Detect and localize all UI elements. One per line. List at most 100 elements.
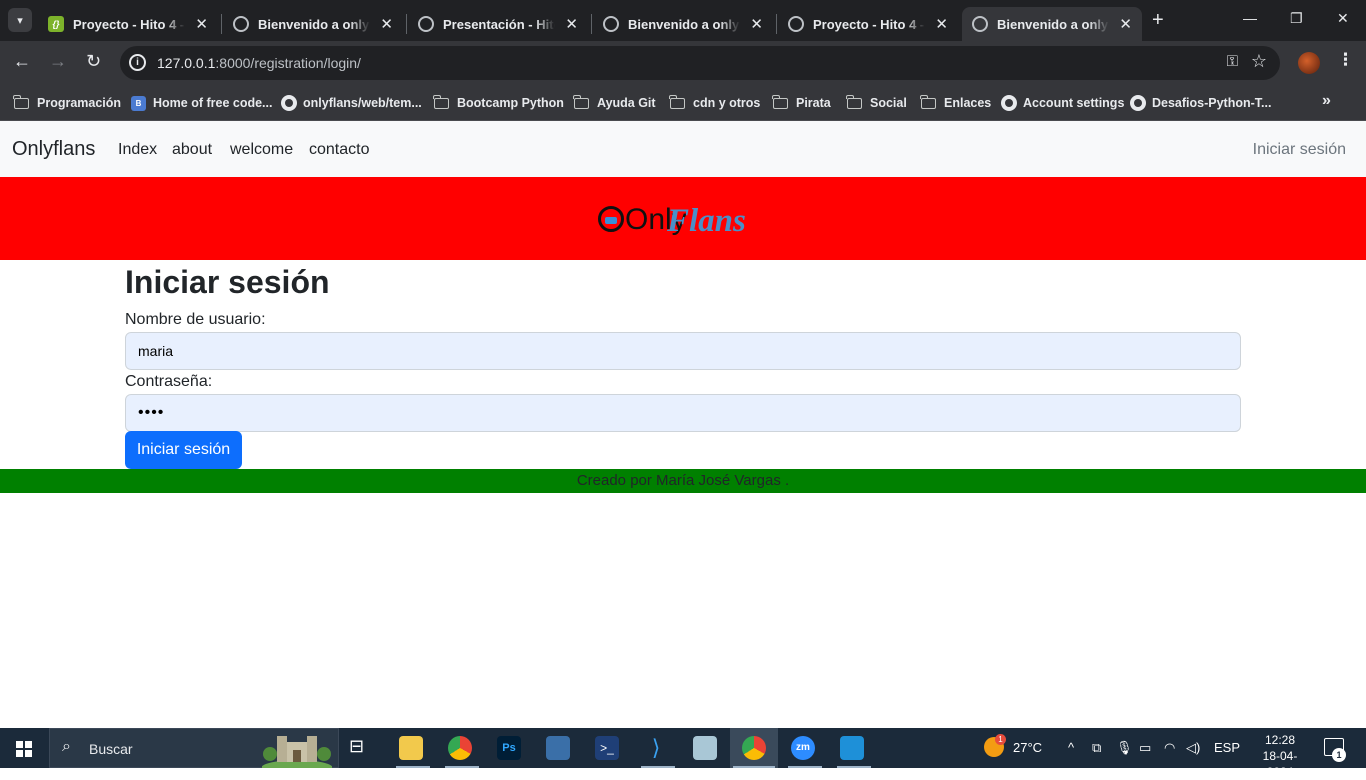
close-icon[interactable]: ✕ bbox=[565, 15, 578, 33]
chevron-up-icon[interactable]: ^ bbox=[1068, 740, 1074, 755]
address-bar[interactable]: i 127.0.0.1:8000/registration/login/ ⚿ ☆ bbox=[120, 46, 1280, 80]
github-icon bbox=[281, 95, 297, 111]
tab-title: Proyecto - Hito 4 - M bbox=[813, 16, 925, 32]
bookmark-label: Bootcamp Python bbox=[457, 96, 564, 110]
photos-app-icon[interactable] bbox=[840, 736, 864, 760]
bookmarks-overflow-icon[interactable]: » bbox=[1322, 92, 1331, 110]
window-close-icon[interactable]: ✕ bbox=[1337, 10, 1349, 27]
task-view-icon[interactable]: ⊟ bbox=[349, 736, 373, 760]
chrome-profile-icon[interactable] bbox=[742, 736, 766, 760]
folder-icon bbox=[772, 94, 788, 109]
onlyflans-logo: Only Flans bbox=[598, 203, 746, 239]
weather-temp[interactable]: 27°C bbox=[1013, 740, 1042, 755]
wifi-icon[interactable]: ◠ bbox=[1164, 740, 1175, 756]
nav-link-index[interactable]: Index bbox=[118, 141, 157, 159]
web-page: Onlyflans Index about welcome contacto I… bbox=[0, 121, 1366, 728]
close-icon[interactable]: ✕ bbox=[195, 15, 208, 33]
tab-search-chevron-icon[interactable]: ▾ bbox=[8, 8, 32, 32]
language-indicator[interactable]: ESP bbox=[1214, 740, 1240, 755]
file-explorer-icon[interactable] bbox=[399, 736, 423, 760]
nav-link-contacto[interactable]: contacto bbox=[309, 141, 369, 159]
nav-link-about[interactable]: about bbox=[172, 141, 212, 159]
password-label: Contraseña: bbox=[125, 373, 213, 390]
weather-badge: 1 bbox=[995, 734, 1006, 745]
bookmark-item[interactable]: Bootcamp Python bbox=[433, 93, 564, 113]
chrome-icon[interactable] bbox=[448, 736, 472, 760]
restore-icon[interactable]: ❐ bbox=[1290, 10, 1303, 27]
browser-tab-active[interactable]: Bienvenido a onlyflans ✕ bbox=[962, 7, 1142, 41]
bookmark-item[interactable]: Programación bbox=[13, 93, 121, 113]
bookmark-star-icon[interactable]: ☆ bbox=[1251, 51, 1267, 72]
volume-icon[interactable]: ◁) bbox=[1186, 740, 1200, 756]
taskbar-search-box[interactable]: ⌕ Buscar bbox=[49, 728, 339, 768]
close-icon[interactable]: ✕ bbox=[750, 15, 763, 33]
zoom-icon[interactable]: zm bbox=[791, 736, 815, 760]
bookmark-label: onlyflans/web/tem... bbox=[303, 96, 422, 110]
bookmark-item[interactable]: Account settings bbox=[1001, 93, 1124, 113]
bookmark-label: Desafios-Python-T... bbox=[1152, 96, 1272, 110]
password-input[interactable] bbox=[125, 394, 1241, 432]
site-info-icon[interactable]: i bbox=[129, 54, 146, 71]
profile-avatar[interactable] bbox=[1298, 52, 1320, 74]
bookmark-item[interactable]: onlyflans/web/tem... bbox=[281, 93, 422, 113]
search-placeholder: Buscar bbox=[89, 741, 133, 757]
globe-icon bbox=[418, 16, 434, 32]
folder-icon bbox=[669, 94, 685, 109]
windows-taskbar: ⌕ Buscar ⊟ Ps >_ ⟩ zm 1 27°C ^ ⧉ 🎙 ▭ ◠ ◁… bbox=[0, 728, 1366, 779]
windows-start-icon[interactable] bbox=[16, 741, 32, 757]
url-text[interactable]: 127.0.0.1:8000/registration/login/ bbox=[157, 55, 361, 71]
minimize-icon[interactable]: — bbox=[1243, 10, 1257, 26]
browser-tab[interactable]: Bienvenido a onlyflans ✕ bbox=[593, 7, 773, 41]
bookmark-item[interactable]: Enlaces bbox=[920, 93, 992, 113]
page-title: Iniciar sesión bbox=[125, 264, 330, 300]
python-icon[interactable] bbox=[546, 736, 570, 760]
close-icon[interactable]: ✕ bbox=[935, 15, 948, 33]
meet-now-icon[interactable]: ⧉ bbox=[1092, 740, 1101, 756]
browser-tab[interactable]: {} Proyecto - Hito 4 - M ✕ bbox=[38, 7, 218, 41]
hero-banner: Only Flans bbox=[0, 177, 1366, 260]
close-icon[interactable]: ✕ bbox=[380, 15, 393, 33]
notification-count-badge: 1 bbox=[1332, 748, 1346, 762]
new-tab-plus-icon[interactable]: + bbox=[1152, 9, 1164, 32]
nav-link-welcome[interactable]: welcome bbox=[230, 141, 293, 159]
browser-toolbar: ← → ↻ i 127.0.0.1:8000/registration/logi… bbox=[0, 41, 1366, 85]
folder-icon bbox=[433, 94, 449, 109]
key-icon[interactable]: ⚿ bbox=[1227, 53, 1238, 70]
username-input[interactable] bbox=[125, 332, 1241, 370]
battery-icon[interactable]: ▭ bbox=[1139, 740, 1151, 756]
login-submit-button[interactable]: Iniciar sesión bbox=[125, 431, 242, 469]
browser-tab[interactable]: Proyecto - Hito 4 - M ✕ bbox=[778, 7, 958, 41]
bookmark-item[interactable]: B Home of free code... bbox=[131, 93, 272, 113]
search-icon: ⌕ bbox=[62, 738, 71, 755]
vscode-icon[interactable]: ⟩ bbox=[644, 736, 668, 760]
reload-icon[interactable]: ↻ bbox=[86, 51, 101, 72]
folder-icon bbox=[13, 94, 29, 109]
bookmark-item[interactable]: Social bbox=[846, 93, 907, 113]
castle-illustration-icon bbox=[262, 736, 332, 768]
bookmark-label: Pirata bbox=[796, 96, 831, 110]
close-icon[interactable]: ✕ bbox=[1119, 15, 1132, 33]
system-clock[interactable]: 12:28 18-04-2024 bbox=[1250, 732, 1310, 780]
globe-icon bbox=[972, 16, 988, 32]
microphone-icon[interactable]: 🎙 bbox=[1116, 740, 1133, 756]
bookmark-item[interactable]: Ayuda Git bbox=[573, 93, 656, 113]
clock-time: 12:28 bbox=[1264, 733, 1296, 747]
bookmark-item[interactable]: cdn y otros bbox=[669, 93, 760, 113]
notes-app-icon[interactable] bbox=[693, 736, 717, 760]
forward-arrow-icon[interactable]: → bbox=[49, 51, 67, 72]
bookmark-label: Enlaces bbox=[944, 96, 992, 110]
clock-date: 18-04-2024 bbox=[1262, 749, 1298, 779]
more-menu-icon[interactable]: ⋮ bbox=[1337, 50, 1354, 70]
tab-title: Bienvenido a onlyflans bbox=[258, 16, 370, 32]
browser-tab[interactable]: Presentación - Hito 0 ✕ bbox=[408, 7, 588, 41]
bookmark-item[interactable]: Desafios-Python-T... bbox=[1130, 93, 1271, 113]
browser-tab[interactable]: Bienvenido a onlyflans ✕ bbox=[223, 7, 403, 41]
back-arrow-icon[interactable]: ← bbox=[13, 51, 31, 72]
powershell-icon[interactable]: >_ bbox=[595, 736, 619, 760]
site-navbar: Onlyflans Index about welcome contacto I… bbox=[0, 121, 1366, 177]
nav-link-login[interactable]: Iniciar sesión bbox=[1253, 141, 1346, 159]
bookmark-item[interactable]: Pirata bbox=[772, 93, 831, 113]
navbar-brand[interactable]: Onlyflans bbox=[12, 138, 95, 161]
logo-text-flans: Flans bbox=[666, 203, 746, 239]
photoshop-icon[interactable]: Ps bbox=[497, 736, 521, 760]
